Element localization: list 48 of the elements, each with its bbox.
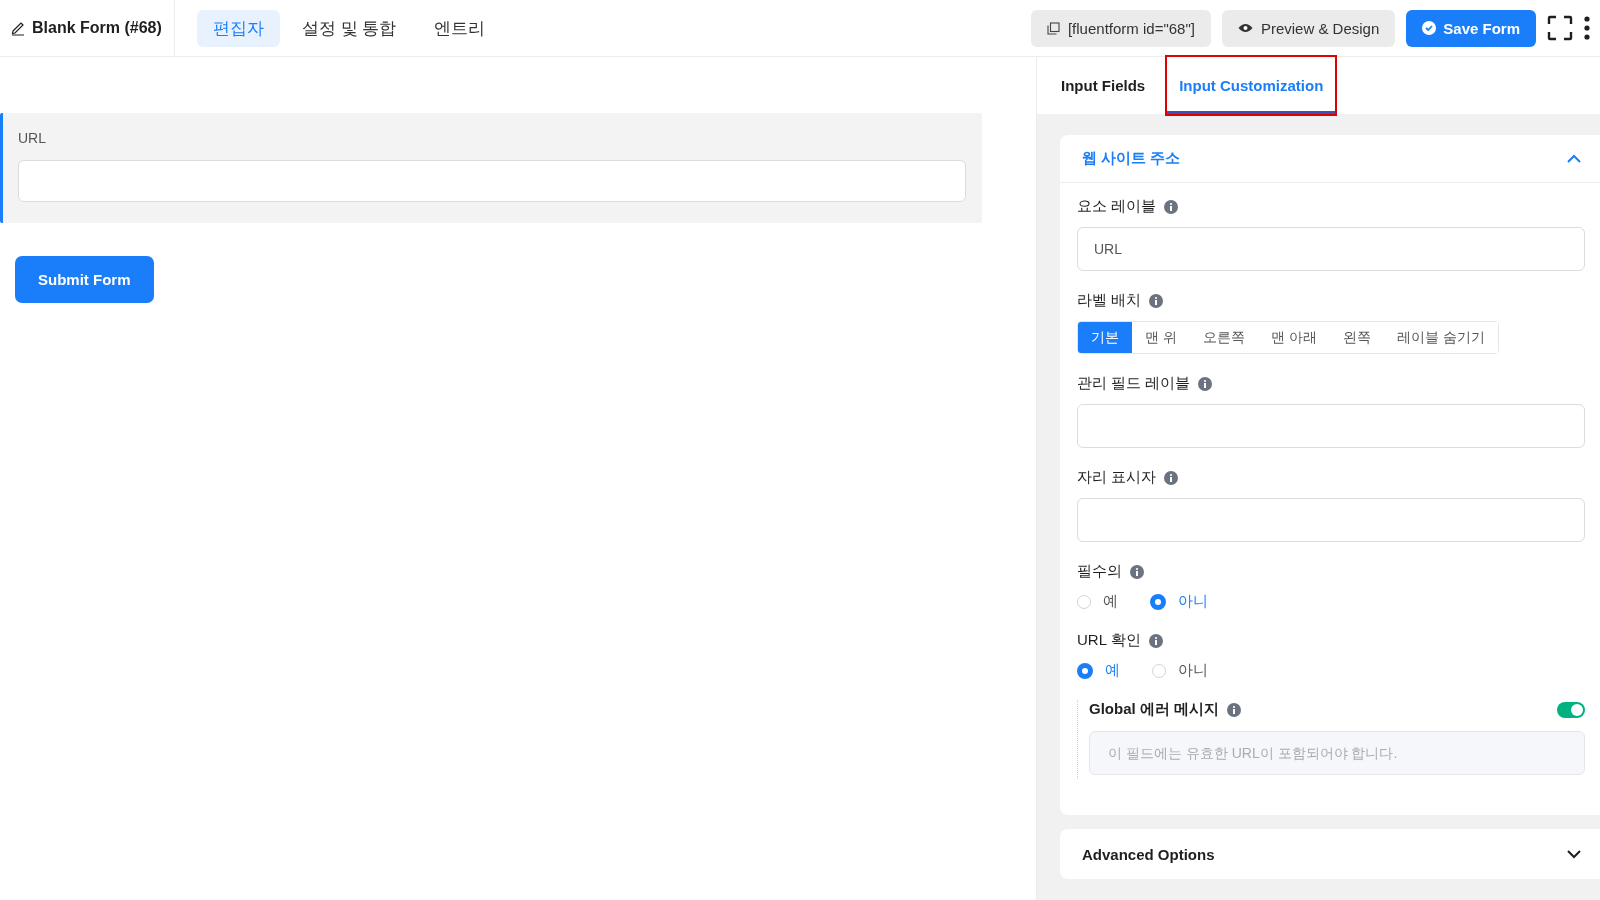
info-icon [1164, 199, 1179, 214]
sidebar-tab[interactable]: Input Fields [1059, 57, 1148, 114]
nav-tab[interactable]: 엔트리 [418, 9, 502, 47]
info-icon [1198, 376, 1213, 391]
setting-label: 라벨 배치 [1077, 291, 1142, 310]
sidebar-tab[interactable]: Input Customization [1167, 57, 1336, 114]
form-title: Blank Form (#68) [32, 19, 162, 37]
eye-icon [1237, 23, 1253, 33]
chevron-icon[interactable] [1566, 849, 1582, 859]
nav-tab[interactable]: 설정 및 통합 [285, 9, 413, 47]
text-input[interactable]: URL [1077, 227, 1585, 271]
radio-label[interactable]: 예 [1103, 592, 1118, 611]
section-title[interactable]: 웹 사이트 주소 [1082, 149, 1181, 168]
radio-button[interactable] [1077, 662, 1093, 679]
radio-label[interactable]: 아니 [1178, 592, 1208, 611]
setting-label: 자리 표시자 [1077, 468, 1157, 487]
preview-button[interactable]: Preview & Design [1221, 9, 1396, 47]
more-icon[interactable] [1584, 16, 1590, 40]
copy-icon [1046, 21, 1060, 35]
setting-label: Global 에러 메시지 [1089, 700, 1219, 719]
text-input[interactable] [1077, 404, 1585, 448]
form-field-block[interactable]: URL [0, 113, 982, 223]
section-title[interactable]: Advanced Options [1082, 845, 1215, 863]
field-label: URL [18, 130, 47, 146]
radio-button[interactable] [1150, 593, 1166, 610]
setting-label: URL 확인 [1077, 631, 1141, 650]
pencil-icon [10, 20, 26, 36]
info-icon [1148, 633, 1163, 648]
check-circle-icon [1422, 21, 1437, 35]
segment-option[interactable]: 기본 [1078, 322, 1132, 353]
submit-form-button[interactable]: Submit Form [15, 256, 154, 303]
setting-label: 관리 필드 레이블 [1077, 374, 1191, 393]
text-input[interactable] [1077, 498, 1585, 542]
nav-tab[interactable]: 편집자 [196, 9, 280, 47]
radio-label[interactable]: 아니 [1178, 661, 1208, 680]
info-icon [1130, 564, 1144, 579]
error-message-input[interactable]: 이 필드에는 유효한 URL이 포함되어야 합니다. [1089, 731, 1585, 775]
url-input[interactable] [18, 160, 966, 202]
save-form-button[interactable]: Save Form [1406, 9, 1536, 47]
fullscreen-icon[interactable] [1547, 15, 1573, 41]
shortcode-button[interactable]: [fluentform id="68"] [1030, 9, 1211, 47]
toggle-switch[interactable] [1557, 701, 1585, 718]
setting-label: 요소 레이블 [1077, 197, 1157, 216]
info-icon [1227, 702, 1241, 717]
setting-label: 필수의 [1077, 562, 1122, 581]
info-icon [1149, 293, 1164, 308]
radio-label[interactable]: 예 [1105, 661, 1120, 680]
info-icon [1164, 470, 1179, 485]
